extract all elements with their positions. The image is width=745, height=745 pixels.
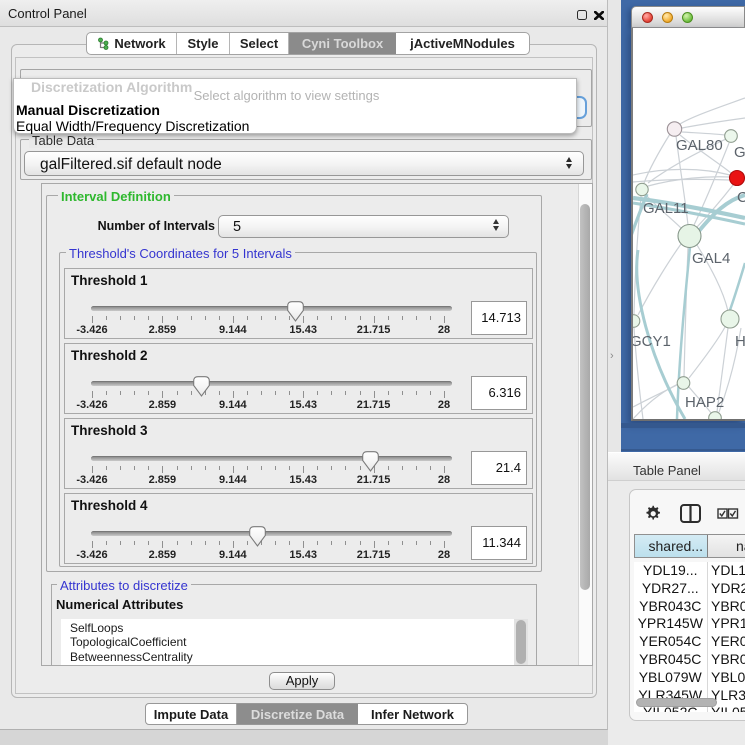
svg-text:GCY1: GCY1	[633, 333, 671, 350]
svg-text:CR: CR	[737, 189, 745, 206]
svg-text:HAP2: HAP2	[685, 394, 724, 411]
svg-text:HIS: HIS	[735, 333, 745, 350]
svg-text:GAL80: GAL80	[676, 137, 723, 154]
svg-text:GAL11: GAL11	[643, 200, 689, 217]
svg-text:GAL4: GAL4	[692, 250, 730, 267]
svg-text:GAL: GAL	[734, 144, 745, 161]
